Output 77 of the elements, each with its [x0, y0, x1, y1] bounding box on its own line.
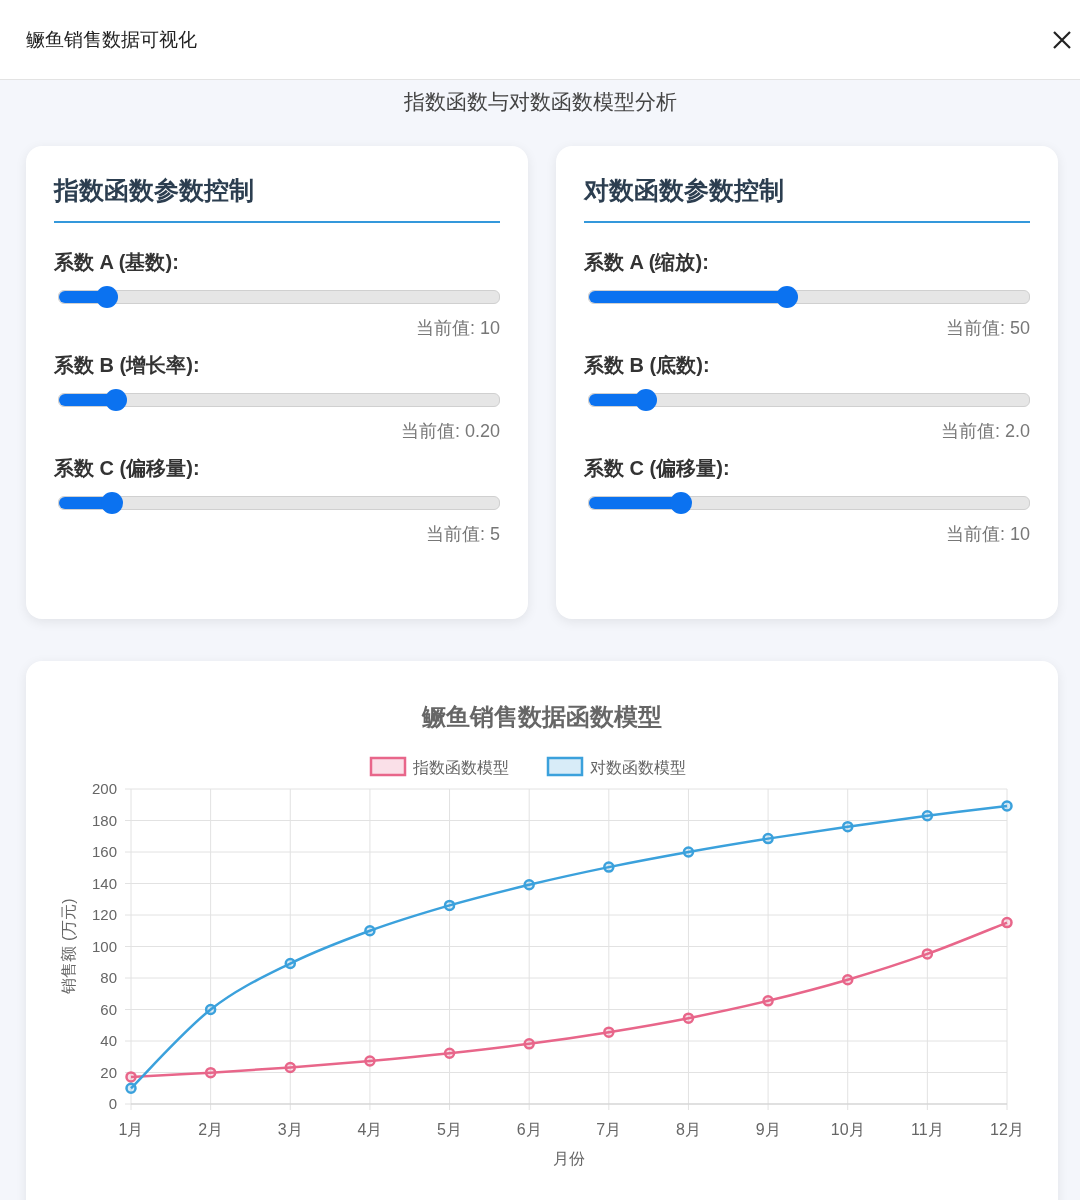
y-tick-label: 60: [100, 1000, 117, 1018]
x-tick-label: 1月: [118, 1121, 144, 1138]
x-tick-label: 8月: [676, 1121, 701, 1138]
legend-label[interactable]: 对数函数模型: [590, 759, 686, 776]
slider-thumb[interactable]: [635, 389, 658, 411]
x-tick-label: 7月: [596, 1121, 622, 1138]
parameter-label: 系数 C (偏移量):: [54, 456, 201, 481]
x-tick-label: 5月: [437, 1121, 462, 1138]
data-point: [842, 974, 854, 986]
data-point: [204, 1066, 217, 1079]
y-tick-label: 40: [100, 1032, 117, 1049]
data-point: [921, 810, 934, 822]
parameter-label: 系数 C (偏移量):: [584, 456, 731, 481]
slider-thumb[interactable]: [776, 286, 798, 308]
y-tick-label: 180: [91, 811, 117, 829]
data-point: [523, 879, 535, 891]
close-icon[interactable]: [1052, 29, 1072, 50]
legend-swatch[interactable]: [546, 756, 584, 777]
y-tick-label: 140: [91, 874, 117, 892]
y-tick-label: 100: [91, 937, 117, 955]
data-point: [762, 832, 774, 845]
data-point: [842, 820, 854, 833]
current-value: 当前值: 0.20: [399, 420, 500, 443]
data-point: [762, 995, 774, 1007]
data-point: [682, 846, 695, 858]
slider-thumb[interactable]: [105, 389, 128, 411]
slider-thumb[interactable]: [96, 286, 119, 308]
current-value: 当前值: 50: [944, 317, 1030, 340]
data-point: [125, 1082, 137, 1094]
x-axis-title: 月份: [553, 1150, 585, 1167]
x-tick-label: 3月: [277, 1121, 303, 1138]
current-value: 当前值: 2.0: [939, 420, 1030, 443]
data-point: [284, 957, 296, 970]
x-tick-label: 9月: [755, 1121, 781, 1138]
page-subtitle: 指数函数与对数函数模型分析: [402, 89, 678, 115]
current-value: 当前值: 5: [425, 523, 500, 546]
x-tick-label: 6月: [516, 1121, 542, 1138]
chart-title: 鳜鱼销售数据函数模型: [422, 703, 662, 730]
parameter-label: 系数 B (底数):: [584, 353, 711, 378]
data-point: [1001, 800, 1013, 812]
legend-swatch[interactable]: [369, 756, 407, 777]
slider-thumb[interactable]: [100, 492, 123, 514]
x-tick-label: 2月: [198, 1121, 224, 1138]
data-point: [921, 948, 934, 960]
current-value: 当前值: 10: [944, 523, 1030, 546]
slider-thumb[interactable]: [670, 492, 693, 514]
legend-label[interactable]: 指数函数模型: [413, 759, 509, 776]
x-tick-label: 10月: [830, 1121, 865, 1138]
y-tick-label: 200: [91, 780, 117, 797]
data-point: [364, 925, 376, 937]
parameter-label: 系数 A (基数):: [54, 250, 180, 275]
y-tick-label: 160: [91, 843, 117, 860]
data-point: [603, 1026, 615, 1038]
parameter-label: 系数 B (增长率):: [54, 353, 201, 378]
x-tick-label: 12月: [990, 1121, 1024, 1138]
data-point: [204, 1003, 217, 1016]
data-point: [443, 899, 456, 912]
data-point: [682, 1012, 695, 1024]
y-tick-label: 20: [100, 1063, 117, 1081]
data-point: [364, 1055, 376, 1067]
x-tick-label: 4月: [357, 1121, 383, 1138]
data-point: [603, 861, 615, 873]
data-point: [125, 1071, 137, 1083]
x-tick-label: 11月: [911, 1121, 944, 1138]
current-value: 当前值: 10: [414, 317, 500, 340]
y-tick-label: 120: [91, 906, 117, 923]
y-tick-label: 80: [100, 969, 117, 986]
y-tick-label: 0: [108, 1095, 117, 1112]
data-point: [284, 1061, 296, 1074]
y-axis-title: 销售额 (万元): [60, 898, 77, 994]
parameter-label: 系数 A (缩放):: [584, 250, 710, 275]
card-heading: 指数函数参数控制: [54, 174, 500, 223]
data-point: [443, 1047, 456, 1060]
data-point: [523, 1038, 535, 1050]
card-heading: 对数函数参数控制: [584, 174, 1030, 223]
data-point: [1001, 916, 1013, 929]
window-title: 鳜鱼销售数据可视化: [26, 27, 197, 52]
